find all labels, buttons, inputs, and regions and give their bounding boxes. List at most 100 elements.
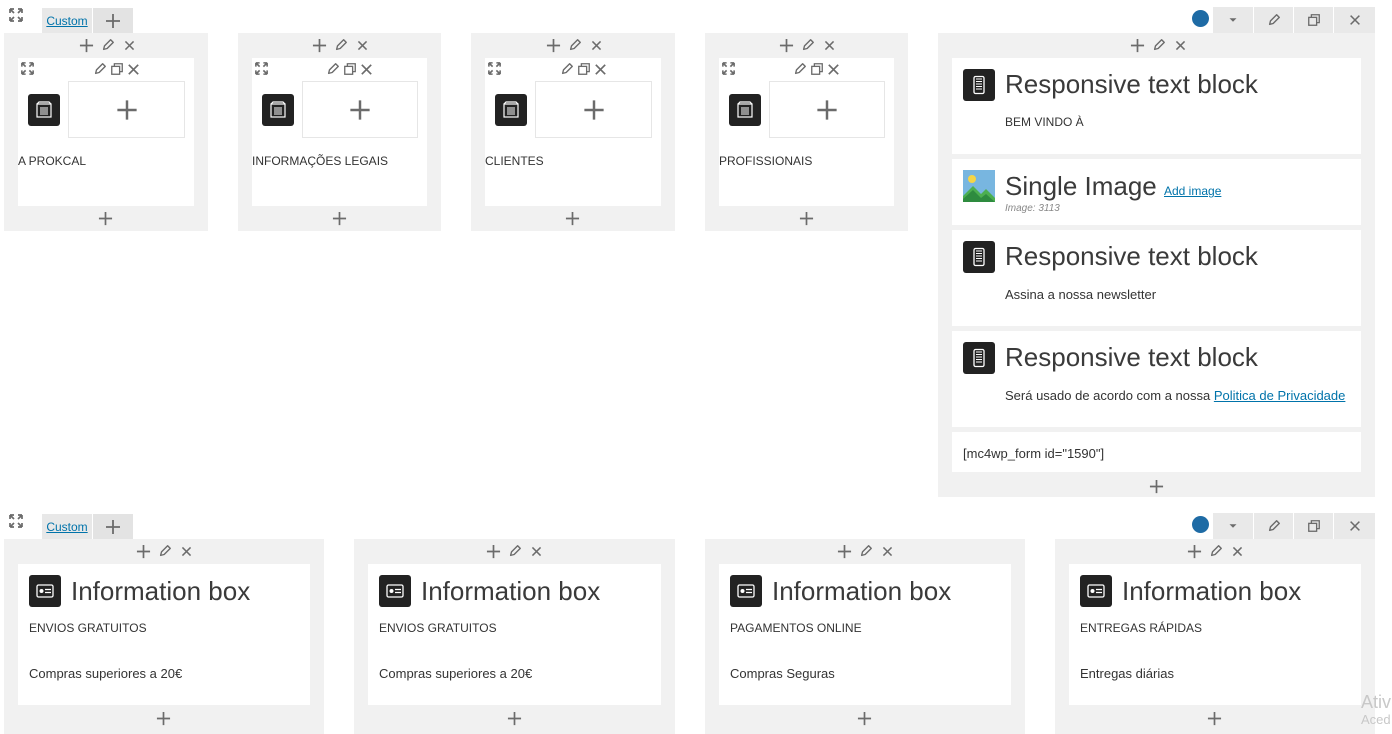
inner-move-handle[interactable] [20, 61, 35, 81]
edit-inner-button[interactable] [325, 61, 340, 77]
add-element-button[interactable] [311, 37, 328, 53]
edit-column-button[interactable] [568, 37, 583, 53]
column-info-2: Information box ENVIOS GRATUITOS Compras… [354, 539, 675, 734]
append-element-button[interactable] [332, 211, 347, 231]
add-element-button[interactable] [78, 37, 95, 53]
info-text: Compras superiores a 20€ [379, 666, 533, 681]
append-element-button[interactable] [98, 211, 113, 231]
edit-column-button[interactable] [158, 543, 173, 559]
row1-layout-label[interactable]: Custom [46, 14, 87, 28]
plus-icon [816, 99, 838, 121]
delete-column-button[interactable] [529, 543, 544, 559]
shortcode-block[interactable]: [mc4wp_form id="1590"] [952, 432, 1361, 472]
append-element-button[interactable] [1149, 479, 1164, 499]
inner-move-handle[interactable] [721, 61, 736, 81]
plus-icon [565, 211, 580, 226]
row2-clone-button[interactable] [1294, 513, 1333, 539]
append-element-button[interactable] [799, 211, 814, 231]
text-column-icon [262, 94, 294, 126]
pencil-icon [1267, 519, 1281, 533]
clone-inner-button[interactable] [576, 61, 591, 77]
row2-add-column-button[interactable] [93, 514, 133, 540]
add-element-placeholder[interactable] [68, 81, 185, 138]
clone-inner-button[interactable] [109, 61, 124, 77]
row2-toggle-button[interactable] [1213, 513, 1253, 539]
privacy-policy-link[interactable]: Politica de Privacidade [1214, 388, 1346, 403]
row1-layout-tab[interactable]: Custom [42, 8, 92, 34]
responsive-text-block[interactable]: Responsive text block Será usado de acor… [952, 331, 1361, 427]
add-element-button[interactable] [485, 543, 502, 559]
edit-column-button[interactable] [1209, 543, 1224, 559]
row1-delete-button[interactable] [1334, 7, 1375, 33]
edit-column-button[interactable] [101, 37, 116, 53]
add-element-button[interactable] [836, 543, 853, 559]
delete-inner-button[interactable] [126, 61, 141, 77]
delete-column-button[interactable] [1230, 543, 1245, 559]
edit-column-button[interactable] [859, 543, 874, 559]
add-element-placeholder[interactable] [769, 81, 885, 138]
add-element-placeholder[interactable] [302, 81, 418, 138]
information-box-block[interactable]: Information box ENTREGAS RÁPIDAS Entrega… [1069, 564, 1361, 705]
inner-controls [559, 61, 608, 77]
delete-column-button[interactable] [1173, 37, 1188, 53]
row1-color-indicator[interactable] [1192, 10, 1209, 27]
add-element-button[interactable] [1129, 37, 1146, 53]
delete-column-button[interactable] [589, 37, 604, 53]
information-box-block[interactable]: Information box ENVIOS GRATUITOS Compras… [18, 564, 310, 705]
row1-edit-button[interactable] [1254, 7, 1293, 33]
row1-clone-button[interactable] [1294, 7, 1333, 33]
element-title: Information box [1122, 576, 1302, 606]
responsive-text-block[interactable]: Responsive text block Assina a nossa new… [952, 230, 1361, 326]
add-element-button[interactable] [778, 37, 795, 53]
clone-inner-button[interactable] [809, 61, 824, 77]
edit-column-button[interactable] [1152, 37, 1167, 53]
edit-column-button[interactable] [801, 37, 816, 53]
append-element-button[interactable] [565, 211, 580, 231]
row1-toggle-button[interactable] [1213, 7, 1253, 33]
row1-add-column-button[interactable] [93, 8, 133, 34]
delete-column-button[interactable] [179, 543, 194, 559]
append-element-button[interactable] [857, 711, 872, 731]
delete-column-button[interactable] [122, 37, 137, 53]
text-column-icon [28, 94, 60, 126]
column-controls [1127, 37, 1189, 53]
row2-layout-tab[interactable]: Custom [42, 514, 92, 540]
information-box-block[interactable]: Information box PAGAMENTOS ONLINE Compra… [719, 564, 1011, 705]
row2-layout-label[interactable]: Custom [46, 520, 87, 534]
column-controls [133, 543, 195, 559]
edit-inner-button[interactable] [559, 61, 574, 77]
delete-column-button[interactable] [822, 37, 837, 53]
delete-inner-button[interactable] [593, 61, 608, 77]
delete-column-button[interactable] [355, 37, 370, 53]
append-element-button[interactable] [1207, 711, 1222, 731]
inner-move-handle[interactable] [487, 61, 502, 81]
delete-inner-button[interactable] [359, 61, 374, 77]
info-box-icon [730, 575, 762, 607]
information-box-block[interactable]: Information box ENVIOS GRATUITOS Compras… [368, 564, 661, 705]
inner-move-handle[interactable] [254, 61, 269, 81]
edit-inner-button[interactable] [792, 61, 807, 77]
row1-move-handle[interactable] [8, 7, 24, 28]
row2-color-indicator[interactable] [1192, 516, 1209, 533]
edit-column-button[interactable] [334, 37, 349, 53]
single-image-block[interactable]: Single Image Add image Image: 3113 [952, 159, 1361, 225]
row2-edit-button[interactable] [1254, 513, 1293, 539]
edit-column-button[interactable] [508, 543, 523, 559]
add-element-placeholder[interactable] [535, 81, 652, 138]
watermark-line-1: Ativ [1361, 692, 1392, 712]
clone-inner-button[interactable] [342, 61, 357, 77]
add-element-button[interactable] [135, 543, 152, 559]
delete-column-button[interactable] [880, 543, 895, 559]
append-element-button[interactable] [156, 711, 171, 731]
add-element-button[interactable] [1186, 543, 1203, 559]
append-element-button[interactable] [507, 711, 522, 731]
edit-inner-button[interactable] [92, 61, 107, 77]
plus-icon [583, 99, 605, 121]
responsive-text-block[interactable]: Responsive text block BEM VINDO À [952, 58, 1361, 154]
row2-move-handle[interactable] [8, 513, 24, 534]
row2-delete-button[interactable] [1334, 513, 1375, 539]
add-image-link[interactable]: Add image [1164, 184, 1221, 198]
info-box-icon [1080, 575, 1112, 607]
delete-inner-button[interactable] [826, 61, 841, 77]
add-element-button[interactable] [545, 37, 562, 53]
